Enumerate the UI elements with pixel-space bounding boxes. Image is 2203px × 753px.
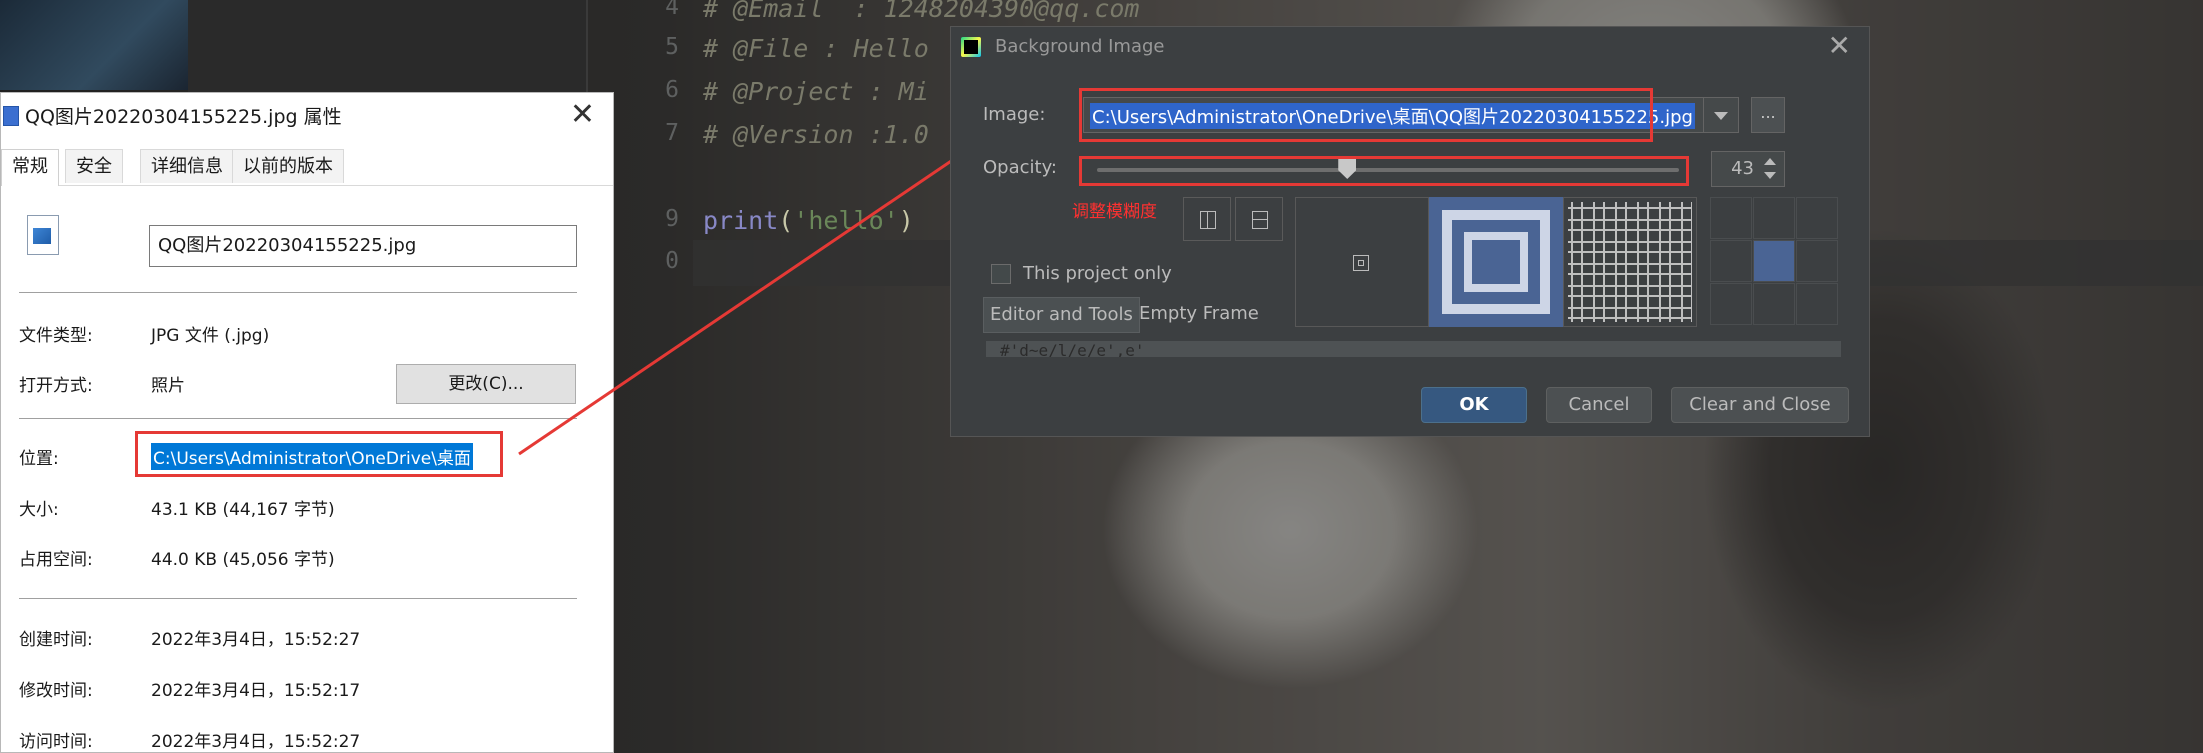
divider [19,598,577,599]
divider [19,418,577,419]
annotation-text: 调整模糊度 [1072,202,1157,222]
modified-label: 修改时间: [19,681,93,701]
mode-editor-and-tools[interactable]: Editor and Tools [983,297,1140,333]
close-icon[interactable]: ✕ [1828,29,1851,62]
location-label: 位置: [19,449,59,469]
tab-security[interactable]: 安全 [65,149,123,183]
anchor-top-right[interactable] [1796,197,1838,239]
print-keyword: print [703,206,779,235]
dialog-title-bar: Background Image ✕ [951,27,1869,67]
anchor-grid[interactable] [1710,197,1840,327]
size-on-disk-value: 44.0 KB (45,056 字节) [151,550,335,570]
anchor-top-left[interactable] [1710,197,1752,239]
fill-scale-option[interactable] [1429,197,1563,327]
image-path-highlight-box [1079,88,1653,142]
location-value[interactable]: C:\Users\Administrator\OneDrive\桌面 [151,443,473,470]
created-value: 2022年3月4日，15:52:27 [151,630,361,650]
properties-title-bar: QQ图片20220304155225.jpg 属性 ✕ [1,93,613,137]
opacity-label: Opacity: [983,157,1057,178]
divider [19,292,577,293]
anchor-middle-right[interactable] [1796,240,1838,282]
mode-empty-frame[interactable]: Empty Frame [1133,297,1265,331]
size-value: 43.1 KB (44,167 字节) [151,500,335,520]
created-label: 创建时间: [19,630,93,650]
file-properties-dialog: QQ图片20220304155225.jpg 属性 ✕ 常规 安全 详细信息 以… [0,92,614,753]
properties-tabs: 常规 安全 详细信息 以前的版本 [1,149,613,186]
file-type-value: JPG 文件 (.jpg) [151,326,270,346]
anchor-bottom-right[interactable] [1796,283,1838,325]
anchor-top-center[interactable] [1753,197,1795,239]
center-icon [1353,255,1369,271]
modified-value: 2022年3月4日，15:52:17 [151,681,361,701]
jpg-file-icon [3,106,19,126]
chevron-down-icon[interactable] [1714,112,1728,120]
flip-horizontal-icon[interactable] [1235,197,1283,241]
tab-details[interactable]: 详细信息 [140,149,234,183]
open-with-label: 打开方式: [19,376,93,396]
preview-text: #'d~e/l/e/e',e' [1000,341,1145,357]
file-name-field[interactable]: QQ图片20220304155225.jpg [149,225,577,267]
anchor-middle-left[interactable] [1710,240,1752,282]
flip-vertical-icon[interactable] [1183,197,1231,241]
anchor-middle-center[interactable] [1753,240,1795,282]
clear-and-close-button[interactable]: Clear and Close [1671,387,1849,423]
code-line: # @Version :1.0 [703,120,929,149]
fill-tile-option[interactable] [1563,197,1697,327]
close-icon[interactable]: ✕ [570,97,595,132]
line-number: 9 [665,206,679,232]
accessed-value: 2022年3月4日，15:52:27 [151,732,361,752]
line-number: 6 [665,77,679,103]
line-number: 7 [665,120,679,146]
code-line: # @Email : 1248204390@qq.com [703,0,1140,23]
opacity-value: 43 [1731,158,1754,179]
size-on-disk-label: 占用空间: [19,550,93,570]
line-number: 4 [665,0,679,20]
open-with-value: 照片 [151,376,185,396]
anchor-bottom-left[interactable] [1710,283,1752,325]
background-image-dialog: Background Image ✕ Image: C:\Users\Admin… [950,26,1870,437]
code-line-print: print('hello') [703,206,914,235]
file-type-label: 文件类型: [19,326,93,346]
ok-button[interactable]: OK [1421,387,1527,423]
size-label: 大小: [19,500,59,520]
spinner-up-icon[interactable] [1764,158,1776,165]
tab-general[interactable]: 常规 [1,149,59,186]
paren-open: ( [778,206,794,235]
this-project-only-checkbox[interactable] [991,264,1011,284]
code-line: # @File : Hello [703,34,929,63]
opacity-highlight-box [1079,156,1689,186]
preview-strip: #'d~e/l/e/e',e' [986,341,1841,357]
pycharm-logo-icon [961,37,981,57]
this-project-only-label: This project only [1023,263,1172,284]
desktop-wallpaper [0,0,190,90]
spinner-down-icon[interactable] [1764,172,1776,179]
scale-inner-icon [1464,232,1528,292]
properties-title: QQ图片20220304155225.jpg 属性 [25,106,342,128]
string-literal: 'hello' [793,206,899,235]
image-file-icon [27,215,59,255]
cancel-button[interactable]: Cancel [1546,387,1652,423]
browse-button[interactable]: ... [1751,97,1785,133]
paren-close: ) [898,206,914,235]
tab-previous-versions[interactable]: 以前的版本 [232,149,344,183]
dialog-title: Background Image [995,36,1165,57]
line-number: 0 [665,248,679,274]
accessed-label: 访问时间: [19,732,93,752]
code-line: # @Project : Mi [703,77,929,106]
image-label: Image: [983,104,1046,125]
anchor-bottom-center[interactable] [1753,283,1795,325]
tile-pattern-icon [1568,202,1692,322]
fill-center-option[interactable] [1295,197,1429,327]
line-number: 5 [665,34,679,60]
combo-separator [1703,98,1704,132]
opacity-spinner[interactable]: 43 [1711,151,1785,187]
change-button[interactable]: 更改(C)... [396,364,576,404]
